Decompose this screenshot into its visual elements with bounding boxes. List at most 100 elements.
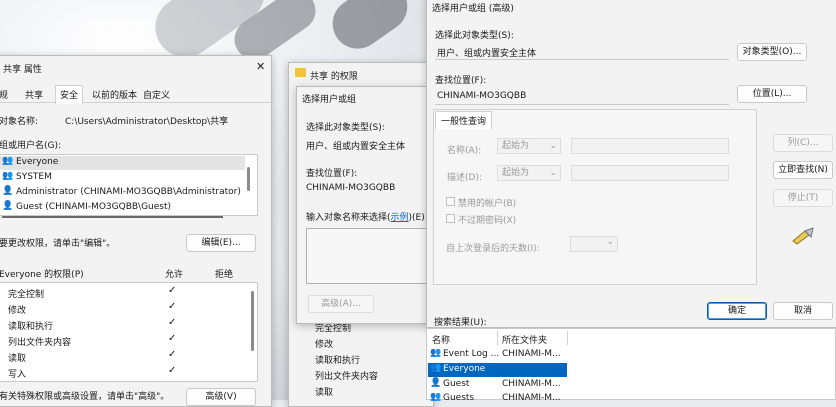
object-names-label-suffix: )(E):	[408, 213, 428, 223]
description-mode-select[interactable]: 起始为 ⌄	[497, 165, 561, 181]
user-icon: 👤	[430, 378, 442, 388]
permission-row: 读取	[8, 351, 26, 364]
object-types-button[interactable]: 对象类型(O)...	[737, 43, 807, 61]
close-icon[interactable]: ✕	[256, 60, 265, 73]
tab-strip: 规 共享 安全 以前的版本 自定义	[0, 85, 273, 104]
result-folder: CHINAMI-M...	[502, 379, 561, 389]
permissions-list[interactable]: 完全控制 ✓ 修改 ✓ 读取和执行 ✓ 列出文件夹内容 ✓ 读取 ✓ 写入 ✓	[0, 282, 258, 382]
allow-check-icon: ✓	[168, 349, 177, 360]
description-input[interactable]	[571, 165, 729, 181]
days-label: 自上次登录后的天数(I):	[446, 244, 540, 254]
select-users-title: 选择用户或组	[302, 95, 357, 105]
location-label: 查找位置(F):	[435, 76, 487, 86]
object-type-value: 用户、组或内置安全主体	[306, 142, 406, 152]
permission-row: 列出文件夹内容	[8, 335, 71, 348]
horizontal-scrollbar[interactable]	[2, 216, 223, 218]
disabled-accounts-label: 禁用的帐户(B)	[458, 199, 517, 209]
result-name: Event Log ...	[443, 349, 500, 359]
share-permissions-title: 共享 的权限	[310, 72, 358, 82]
advanced-button[interactable]: 高级(V)	[186, 388, 256, 406]
advanced-button[interactable]: 高级(A)...	[308, 295, 374, 313]
list-item[interactable]: 👤 Administrator (CHINAMI-MO3GQBB\Adminis…	[0, 186, 245, 200]
location-underline	[435, 104, 729, 105]
column-header-folder[interactable]: 所在文件夹	[502, 333, 547, 346]
advanced-hint: 有关特殊权限或高级设置，请单击"高级"。	[0, 392, 170, 402]
object-type-label: 选择此对象类型(S):	[435, 31, 514, 41]
examples-link[interactable]: 示例	[391, 213, 409, 223]
stop-button[interactable]: 停止(T)	[773, 189, 833, 207]
days-select[interactable]: ⌄	[570, 236, 618, 252]
permission-label: 列出文件夹内容	[315, 372, 379, 382]
user-icon: 👤	[2, 186, 14, 196]
tab-general[interactable]: 规	[0, 88, 8, 101]
disabled-accounts-checkbox[interactable]	[446, 197, 455, 206]
wallpaper-shape	[322, 0, 418, 59]
chevron-down-icon: ⌄	[549, 141, 557, 151]
properties-window: 共享 属性 ✕ 规 共享 安全 以前的版本 自定义 对象名称: C:\Users…	[0, 55, 273, 407]
permission-label: 读取	[8, 354, 27, 364]
no-expire-checkbox[interactable]	[446, 214, 455, 223]
search-results-list[interactable]: 名称 所在文件夹 👥 Event Log ... CHINAMI-M... 👥 …	[426, 328, 836, 403]
object-type-value: 用户、组或内置安全主体	[437, 49, 537, 59]
object-names-label: 输入对象名称来选择(示例)(E):	[306, 210, 428, 223]
name-mode-select[interactable]: 起始为 ⌄	[497, 138, 561, 154]
permission-label: 修改	[8, 306, 27, 316]
permission-label: 修改	[315, 340, 334, 350]
deny-header: 拒绝	[215, 270, 234, 280]
allow-check-icon: ✓	[168, 333, 177, 344]
location-value: CHINAMI-MO3GQBB	[437, 91, 527, 101]
name-label: 名称(A):	[447, 146, 482, 156]
locations-button[interactable]: 位置(L)...	[737, 85, 807, 103]
column-divider	[567, 331, 568, 345]
column-header-name[interactable]: 名称	[432, 333, 450, 346]
permission-row: 写入	[8, 367, 26, 380]
list-item[interactable]: 👤 Guest (CHINAMI-MO3GQBB\Guest)	[0, 201, 245, 215]
location-value: CHINAMI-MO3GQBB	[306, 183, 396, 193]
table-row[interactable]: 👤 Guest CHINAMI-M...	[428, 378, 567, 392]
advanced-dialog-title: 选择用户或组 (高级)	[432, 4, 514, 14]
object-name-label: 对象名称:	[0, 117, 39, 127]
list-item[interactable]: 👥 Everyone	[0, 156, 245, 170]
allow-check-icon: ✓	[168, 365, 177, 376]
tab-previous-versions[interactable]: 以前的版本	[92, 88, 137, 101]
chevron-down-icon: ⌄	[549, 168, 557, 178]
search-results-label: 搜索结果(U):	[434, 318, 487, 328]
edit-button[interactable]: 编辑(E)...	[186, 234, 256, 252]
users-group-icon: 👥	[430, 363, 442, 373]
vertical-scrollbar[interactable]	[247, 167, 250, 191]
tab-security[interactable]: 安全	[55, 85, 84, 104]
cancel-button[interactable]: 取消	[773, 302, 833, 320]
permission-label: 列出文件夹内容	[8, 338, 72, 348]
tab-customize[interactable]: 自定义	[143, 88, 170, 101]
chevron-down-icon: ⌄	[606, 237, 614, 247]
permission-row: 完全控制	[8, 287, 44, 300]
object-names-input[interactable]	[306, 228, 436, 284]
tab-general-query[interactable]: 一般性查询	[435, 111, 493, 129]
object-names-label-text: 输入对象名称来选择(	[306, 213, 391, 223]
name-input[interactable]	[571, 138, 729, 154]
table-row[interactable]: 👥 Everyone	[428, 363, 567, 377]
tab-sharing[interactable]: 共享	[25, 88, 43, 101]
user-name: Everyone	[16, 157, 59, 167]
no-expire-label: 不过期密码(X)	[458, 216, 517, 226]
table-row[interactable]: 👥 Guests CHINAMI-M...	[428, 392, 567, 406]
find-now-button[interactable]: 立即查找(N)	[773, 161, 833, 179]
allow-check-icon: ✓	[168, 301, 177, 312]
result-name: Guest	[443, 379, 470, 389]
select-users-advanced-dialog: 选择用户或组 (高级) 选择此对象类型(S): 用户、组或内置安全主体 对象类型…	[426, 0, 836, 328]
result-folder: CHINAMI-M...	[502, 393, 561, 403]
permission-label: 完全控制	[8, 290, 45, 300]
select-users-dialog: 选择用户或组 选择此对象类型(S): 用户、组或内置安全主体 查找位置(F): …	[296, 86, 436, 324]
columns-button[interactable]: 列(C)...	[773, 134, 833, 152]
description-mode-value: 起始为	[502, 168, 530, 178]
object-path: C:\Users\Administrator\Desktop\共享	[65, 117, 229, 127]
table-row[interactable]: 👥 Event Log ... CHINAMI-M...	[428, 348, 567, 362]
users-list[interactable]: 👥 Everyone 👥 SYSTEM 👤 Administrator (CHI…	[0, 154, 258, 218]
edit-hint: 要更改权限，请单击"编辑"。	[0, 239, 116, 249]
ok-button[interactable]: 确定	[707, 302, 767, 320]
permission-label: 读取和执行	[315, 356, 361, 366]
location-label: 查找位置(F):	[306, 169, 358, 179]
users-group-icon: 👥	[2, 156, 14, 166]
list-item[interactable]: 👥 SYSTEM	[0, 171, 245, 185]
vertical-scrollbar[interactable]	[251, 291, 254, 351]
